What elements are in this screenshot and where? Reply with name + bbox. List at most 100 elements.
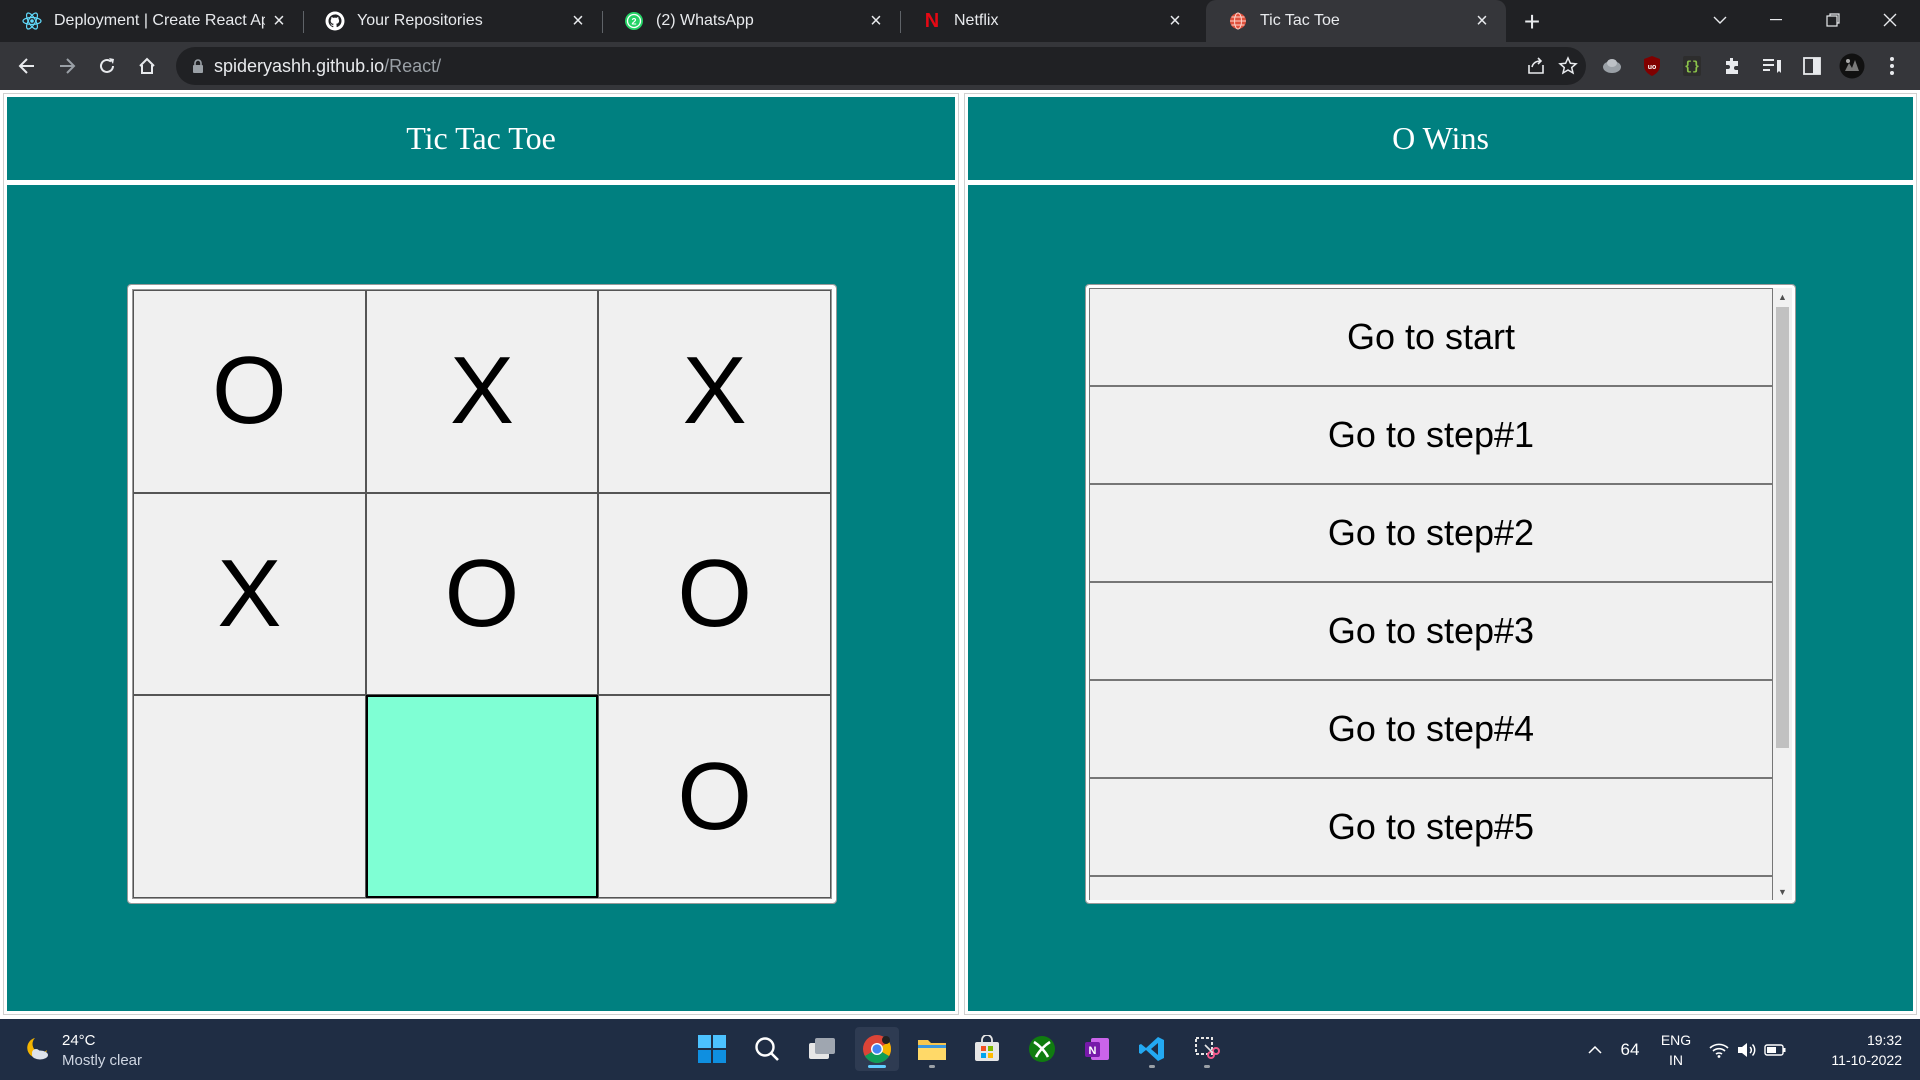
tab-title: Netflix xyxy=(954,12,999,29)
moon-cloud-icon xyxy=(22,1034,52,1069)
tab-whatsapp[interactable]: 2 (2) WhatsApp × xyxy=(602,0,900,42)
tab-netflix[interactable]: N Netflix × xyxy=(900,0,1199,42)
tab-title: Your Repositories xyxy=(357,12,483,29)
extensions-puzzle-icon[interactable] xyxy=(1716,50,1748,82)
board-cell-7[interactable] xyxy=(365,695,599,898)
restore-icon[interactable] xyxy=(1805,0,1861,40)
close-window-icon[interactable] xyxy=(1862,0,1918,40)
go-to-start-button[interactable]: Go to start xyxy=(1089,288,1773,386)
tab-search-icon[interactable] xyxy=(1692,0,1748,40)
more-menu-icon[interactable] xyxy=(1876,50,1908,82)
svg-text:uo: uo xyxy=(1648,64,1657,71)
battery-percentage[interactable]: 64 xyxy=(1612,1019,1648,1080)
move-list: Go to start Go to step#1 Go to step#2 Go… xyxy=(1089,288,1773,900)
incognito-extension-icon[interactable] xyxy=(1596,50,1628,82)
weather-temperature: 24°C xyxy=(62,1032,96,1049)
volume-icon[interactable] xyxy=(1734,1019,1760,1080)
game-title: Tic Tac Toe xyxy=(7,97,955,185)
game-board: O X X X O O O xyxy=(127,284,837,904)
bookmark-star-icon[interactable] xyxy=(1558,56,1578,81)
ublock-origin-icon[interactable]: uo xyxy=(1636,50,1668,82)
tab-tic-tac-toe[interactable]: Tic Tac Toe × xyxy=(1206,0,1506,42)
browser-toolbar: spideryashh.github.io/React/ uo {} xyxy=(0,42,1920,90)
task-view-icon[interactable] xyxy=(800,1027,844,1071)
clock-date: 11-10-2022 xyxy=(1831,1051,1902,1068)
svg-text:2: 2 xyxy=(631,17,636,27)
lock-icon[interactable] xyxy=(192,58,204,74)
board-cell-6[interactable] xyxy=(133,695,366,898)
game-panel: Tic Tac Toe O X X X O O O xyxy=(3,93,959,1015)
weather-description: Mostly clear xyxy=(62,1052,143,1069)
scroll-up-arrow-icon[interactable]: ▲ xyxy=(1773,288,1792,305)
battery-icon[interactable] xyxy=(1762,1019,1788,1080)
go-to-step-5-button[interactable]: Go to step#5 xyxy=(1089,778,1773,876)
github-icon xyxy=(325,11,345,31)
close-tab-icon[interactable]: × xyxy=(862,7,890,35)
file-explorer-icon[interactable] xyxy=(910,1027,954,1071)
move-history: Go to start Go to step#1 Go to step#2 Go… xyxy=(1085,284,1796,904)
close-tab-icon[interactable]: × xyxy=(265,7,293,35)
scrollbar-thumb[interactable] xyxy=(1776,307,1789,748)
react-icon xyxy=(22,11,42,31)
windows-taskbar: 24°C Mostly clear N 64 ENG IN 19:32 11-1… xyxy=(0,1019,1920,1080)
board-cell-1[interactable]: X xyxy=(365,290,599,493)
scroll-down-arrow-icon[interactable]: ▼ xyxy=(1773,883,1792,900)
board-cell-4[interactable]: O xyxy=(365,492,599,696)
go-to-step-6-button[interactable] xyxy=(1089,876,1773,900)
snipping-tool-icon[interactable] xyxy=(1185,1027,1229,1071)
history-scrollbar[interactable]: ▲ ▼ xyxy=(1773,288,1792,900)
chrome-taskbar-icon[interactable] xyxy=(855,1027,899,1071)
netflix-icon: N xyxy=(924,9,940,32)
board-cell-3[interactable]: X xyxy=(133,492,366,696)
close-tab-icon[interactable]: × xyxy=(564,7,592,35)
board-cell-8[interactable]: O xyxy=(598,695,831,898)
weather-widget[interactable]: 24°C Mostly clear xyxy=(22,1031,142,1071)
side-panel-icon[interactable] xyxy=(1796,50,1828,82)
microsoft-store-icon[interactable] xyxy=(965,1027,1009,1071)
wifi-icon[interactable] xyxy=(1706,1019,1732,1080)
vscode-icon[interactable] xyxy=(1130,1027,1174,1071)
xbox-icon[interactable] xyxy=(1020,1027,1064,1071)
windows-start-icon[interactable] xyxy=(690,1027,734,1071)
clock-time: 19:32 xyxy=(1866,1031,1902,1048)
go-to-step-3-button[interactable]: Go to step#3 xyxy=(1089,582,1773,680)
go-to-step-1-button[interactable]: Go to step#1 xyxy=(1089,386,1773,484)
profile-avatar[interactable] xyxy=(1836,50,1868,82)
go-to-step-2-button[interactable]: Go to step#2 xyxy=(1089,484,1773,582)
tab-title: Deployment | Create React App xyxy=(54,12,265,29)
globe-icon xyxy=(1228,11,1248,31)
whatsapp-icon: 2 xyxy=(624,11,644,31)
reading-list-icon[interactable] xyxy=(1756,50,1788,82)
reload-icon[interactable] xyxy=(91,50,123,82)
history-panel: O Wins Go to start Go to step#1 Go to st… xyxy=(964,93,1917,1015)
search-icon[interactable] xyxy=(745,1027,789,1071)
system-tray: 64 ENG IN 19:32 11-10-2022 xyxy=(1580,1019,1920,1080)
board-cell-2[interactable]: X xyxy=(598,290,831,493)
tab-create-react-app[interactable]: Deployment | Create React App × xyxy=(0,0,303,42)
url-text: spideryashh.github.io/React/ xyxy=(214,55,442,76)
board-cell-5[interactable]: O xyxy=(598,492,831,696)
home-icon[interactable] xyxy=(131,50,163,82)
tab-your-repositories[interactable]: Your Repositories × xyxy=(303,0,602,42)
clock[interactable]: 19:32 11-10-2022 xyxy=(1794,1019,1902,1080)
go-to-step-4-button[interactable]: Go to step#4 xyxy=(1089,680,1773,778)
back-arrow-icon[interactable] xyxy=(11,50,43,82)
json-viewer-icon[interactable]: {} xyxy=(1676,50,1708,82)
forward-arrow-icon[interactable] xyxy=(51,50,83,82)
board-cell-0[interactable]: O xyxy=(133,290,366,493)
close-tab-icon[interactable]: × xyxy=(1468,7,1496,35)
new-tab-button[interactable]: + xyxy=(1516,6,1548,38)
svg-text:{}: {} xyxy=(1684,59,1700,74)
tab-title: Tic Tac Toe xyxy=(1260,12,1340,29)
game-status: O Wins xyxy=(968,97,1913,185)
language-indicator[interactable]: ENG IN xyxy=(1652,1019,1700,1080)
tab-title: (2) WhatsApp xyxy=(656,12,754,29)
svg-text:N: N xyxy=(1089,1045,1097,1057)
onenote-icon[interactable]: N xyxy=(1075,1027,1119,1071)
minimize-icon[interactable] xyxy=(1748,0,1804,40)
page-viewport: Tic Tac Toe O X X X O O O O Wins Go to s… xyxy=(0,90,1920,1019)
share-icon[interactable] xyxy=(1526,56,1546,81)
address-bar[interactable]: spideryashh.github.io/React/ xyxy=(176,47,1586,85)
show-hidden-icons-chevron-icon[interactable] xyxy=(1580,1019,1610,1080)
close-tab-icon[interactable]: × xyxy=(1161,7,1189,35)
